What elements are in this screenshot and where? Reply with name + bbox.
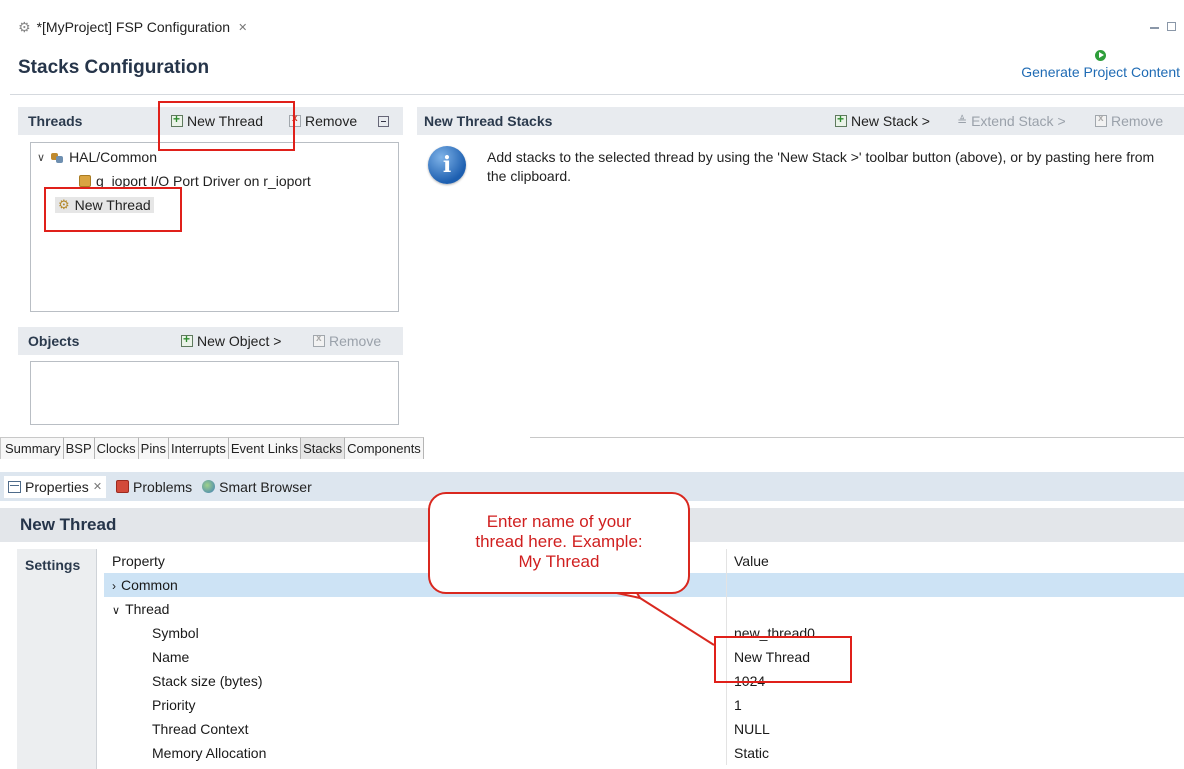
stacks-title: New Thread Stacks (424, 113, 553, 129)
minimize-icon[interactable] (1150, 27, 1159, 29)
page-title: Stacks Configuration (18, 57, 210, 78)
callout-line-3: My Thread (518, 552, 600, 571)
driver-icon (79, 175, 91, 187)
row-property: Memory Allocation (152, 745, 267, 761)
row-value[interactable]: 1 (726, 693, 1184, 717)
generate-label: Generate Project Content (1021, 64, 1180, 80)
table-row[interactable]: Thread Context NULL (104, 717, 1184, 741)
tab-properties[interactable]: Properties ✕ (4, 475, 107, 498)
table-row[interactable]: Stack size (bytes) 1024 (104, 669, 1184, 693)
tab-problems-label: Problems (133, 478, 193, 495)
threads-title: Threads (28, 113, 83, 129)
maximize-icon[interactable] (1167, 22, 1176, 31)
table-row[interactable]: ∨ Thread (104, 597, 1184, 621)
gear-icon: ⚙ (18, 18, 31, 35)
extend-stack-icon: ≜ (957, 114, 968, 128)
table-row[interactable]: Symbol new_thread0 (104, 621, 1184, 645)
editor-page-tabs: Summary BSP Clocks Pins Interrupts Event… (0, 437, 424, 459)
callout-line-2: thread here. Example: (475, 532, 643, 551)
row-property: Thread Context (152, 721, 249, 737)
tab-smart-browser[interactable]: Smart Browser (202, 479, 312, 495)
annotation-box-name-value (714, 636, 852, 683)
remove-object-button[interactable]: Remove (313, 333, 381, 349)
objects-title: Objects (28, 333, 80, 349)
tab-interrupts[interactable]: Interrupts (168, 437, 229, 459)
row-property: Common (121, 577, 178, 593)
divider (530, 437, 1184, 438)
remove-thread-button[interactable]: Remove (289, 113, 357, 129)
tab-pins[interactable]: Pins (138, 437, 169, 459)
settings-tab-label: Settings (25, 557, 81, 573)
new-object-icon (181, 332, 193, 347)
new-stack-button[interactable]: New Stack > (835, 112, 930, 129)
collapse-all-icon[interactable] (378, 115, 389, 127)
remove-icon (313, 333, 325, 347)
annotation-callout: Enter name of your thread here. Example:… (428, 492, 690, 594)
close-icon[interactable]: ✕ (93, 480, 102, 493)
window-controls (1150, 22, 1176, 31)
generate-project-content-button[interactable]: Generate Project Content (1021, 48, 1180, 80)
table-row[interactable]: Priority 1 (104, 693, 1184, 717)
annotation-box-new-thread-item (44, 187, 182, 232)
row-property: Symbol (152, 625, 199, 641)
table-row[interactable]: Memory Allocation Static (104, 741, 1184, 765)
row-value[interactable]: Static (726, 741, 1184, 765)
settings-tab[interactable]: Settings (17, 549, 97, 769)
chevron-down-icon[interactable]: ∨ (112, 605, 120, 617)
run-icon (1095, 50, 1107, 61)
editor-tab-title: *[MyProject] FSP Configuration (36, 19, 231, 35)
editor-tab[interactable]: ⚙ *[MyProject] FSP Configuration ✕ (0, 14, 257, 40)
tab-properties-label: Properties (25, 478, 89, 495)
properties-icon (8, 480, 21, 493)
col-value-header: Value (726, 549, 1184, 573)
tab-event-links[interactable]: Event Links (228, 437, 302, 459)
callout-line-1: Enter name of your (486, 512, 632, 531)
tab-components[interactable]: Components (345, 437, 424, 459)
row-value (726, 573, 1184, 597)
remove-label: Remove (329, 333, 382, 349)
chevron-right-icon[interactable]: › (112, 579, 116, 593)
problems-icon (116, 480, 130, 493)
divider (10, 94, 1184, 95)
stacks-info-text: Add stacks to the selected thread by usi… (487, 149, 1155, 184)
tab-summary[interactable]: Summary (0, 437, 64, 459)
new-stack-icon (835, 112, 847, 127)
smart-browser-icon (202, 480, 216, 493)
hal-icon (50, 151, 64, 164)
objects-list[interactable] (30, 361, 399, 425)
remove-stack-button[interactable]: Remove (1095, 113, 1163, 129)
row-property: Thread (125, 601, 170, 617)
tab-smart-browser-label: Smart Browser (219, 478, 312, 495)
remove-label: Remove (305, 113, 358, 129)
remove-label: Remove (1111, 113, 1164, 129)
tree-item-hal-common[interactable]: ∨ HAL/Common (37, 149, 157, 165)
row-property: Stack size (bytes) (152, 673, 263, 689)
chevron-down-icon[interactable]: ∨ (37, 151, 45, 164)
row-value[interactable]: NULL (726, 717, 1184, 741)
tree-item-label: HAL/Common (69, 149, 157, 165)
row-property: Name (152, 649, 190, 665)
stacks-header: New Thread Stacks New Stack > ≜ Extend S… (417, 107, 1184, 135)
new-object-button[interactable]: New Object > (181, 332, 282, 349)
tab-bsp[interactable]: BSP (63, 437, 95, 459)
info-icon: i (428, 146, 466, 184)
tab-problems[interactable]: Problems (116, 479, 192, 495)
close-icon[interactable]: ✕ (238, 21, 247, 34)
tab-clocks[interactable]: Clocks (94, 437, 139, 459)
remove-icon (1095, 113, 1107, 127)
extend-stack-button[interactable]: ≜ Extend Stack > (957, 113, 1066, 129)
row-value (726, 597, 1184, 621)
extend-stack-label: Extend Stack > (971, 113, 1066, 129)
new-object-label: New Object > (197, 333, 282, 349)
new-stack-label: New Stack > (851, 113, 930, 129)
objects-header: Objects New Object > Remove (18, 327, 403, 355)
table-row[interactable]: Name New Thread (104, 645, 1184, 669)
annotation-box-new-thread-button (158, 101, 295, 151)
row-property: Priority (152, 697, 196, 713)
tab-stacks[interactable]: Stacks (301, 437, 346, 459)
